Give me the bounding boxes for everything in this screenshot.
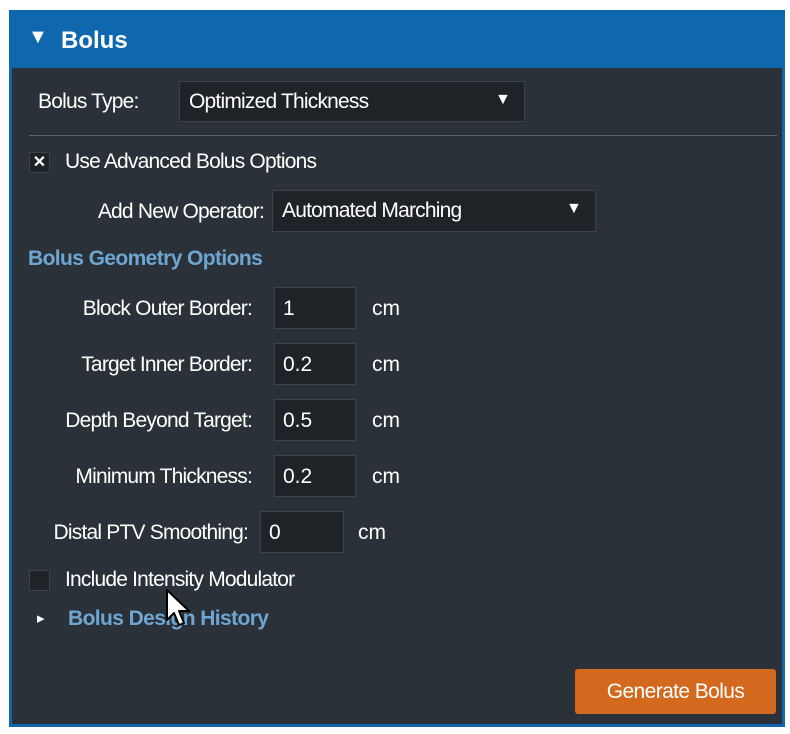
- block-outer-border-input[interactable]: 1: [274, 287, 356, 329]
- unit-label: cm: [372, 297, 400, 320]
- chevron-down-icon: ▼: [494, 91, 511, 108]
- advanced-options-label[interactable]: Use Advanced Bolus Options: [65, 150, 317, 174]
- panel-header[interactable]: ▼ Bolus: [12, 13, 782, 68]
- add-operator-label: Add New Operator:: [97, 200, 265, 223]
- distal-ptv-smoothing-input[interactable]: 0: [260, 511, 344, 553]
- depth-beyond-target-input[interactable]: 0.5: [274, 399, 356, 441]
- panel-title: Bolus: [61, 27, 128, 54]
- minimum-thickness-label: Minimum Thickness:: [75, 465, 252, 488]
- expand-arrow-icon[interactable]: ▸: [37, 609, 45, 627]
- intensity-modulator-checkbox[interactable]: [29, 570, 50, 591]
- geometry-options-heading: Bolus Geometry Options: [28, 247, 263, 270]
- unit-label: cm: [372, 353, 400, 376]
- distal-ptv-smoothing-label: Distal PTV Smoothing:: [53, 521, 249, 544]
- unit-label: cm: [372, 465, 400, 488]
- divider: [29, 135, 777, 136]
- bolus-type-label: Bolus Type:: [38, 90, 139, 113]
- unit-label: cm: [372, 409, 400, 432]
- minimum-thickness-input[interactable]: 0.2: [274, 455, 356, 497]
- add-operator-select[interactable]: Automated Marching ▼: [272, 190, 596, 232]
- collapse-arrow-icon[interactable]: ▼: [28, 26, 48, 49]
- bolus-panel: ▼ Bolus Bolus Type: Optimized Thickness …: [9, 10, 785, 727]
- mouse-pointer-icon: [166, 589, 190, 626]
- target-inner-border-label: Target Inner Border:: [81, 353, 253, 376]
- advanced-options-checkbox[interactable]: ✕: [29, 152, 50, 173]
- bolus-type-value: Optimized Thickness: [189, 90, 369, 113]
- chevron-down-icon: ▼: [565, 200, 582, 217]
- add-operator-value: Automated Marching: [282, 199, 462, 222]
- target-inner-border-input[interactable]: 0.2: [274, 343, 356, 385]
- depth-beyond-target-label: Depth Beyond Target:: [65, 409, 253, 432]
- generate-bolus-button[interactable]: Generate Bolus: [575, 669, 776, 714]
- block-outer-border-label: Block Outer Border:: [82, 297, 253, 320]
- unit-label: cm: [358, 521, 386, 544]
- bolus-type-select[interactable]: Optimized Thickness ▼: [179, 81, 525, 122]
